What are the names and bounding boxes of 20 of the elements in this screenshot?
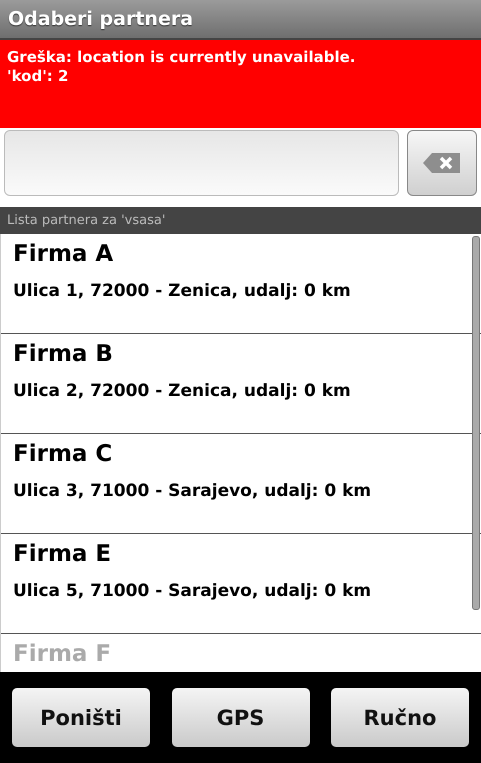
error-text: Greška: location is currently unavailable. <box>7 48 356 67</box>
scrollbar[interactable] <box>472 236 480 610</box>
search-field[interactable] <box>4 130 399 196</box>
partner-name: Firma E <box>13 541 112 567</box>
partner-name: Firma F <box>13 641 112 667</box>
backspace-icon <box>422 151 462 175</box>
partner-name: Firma C <box>13 441 114 467</box>
action-button[interactable]: Poništi <box>12 688 150 747</box>
list-header-text: Lista partnera za 'vsasa' <box>7 213 166 228</box>
window-title: Odaberi partnera <box>8 8 194 30</box>
clear-button[interactable] <box>407 130 477 196</box>
action-button[interactable]: Ručno <box>331 688 469 747</box>
error-text: 'kod': 2 <box>7 67 70 86</box>
partner-name: Firma B <box>13 341 114 367</box>
action-button[interactable]: GPS <box>172 688 310 747</box>
partner-address: Ulica 1, 72000 - Zenica, udalj: 0 km <box>13 281 352 301</box>
partner-name: Firma A <box>13 241 114 267</box>
partner-address: Ulica 5, 71000 - Sarajevo, udalj: 0 km <box>13 581 372 601</box>
partner-address: Ulica 2, 72000 - Zenica, udalj: 0 km <box>13 381 352 401</box>
partner-address: Ulica 3, 71000 - Sarajevo, udalj: 0 km <box>13 481 372 501</box>
